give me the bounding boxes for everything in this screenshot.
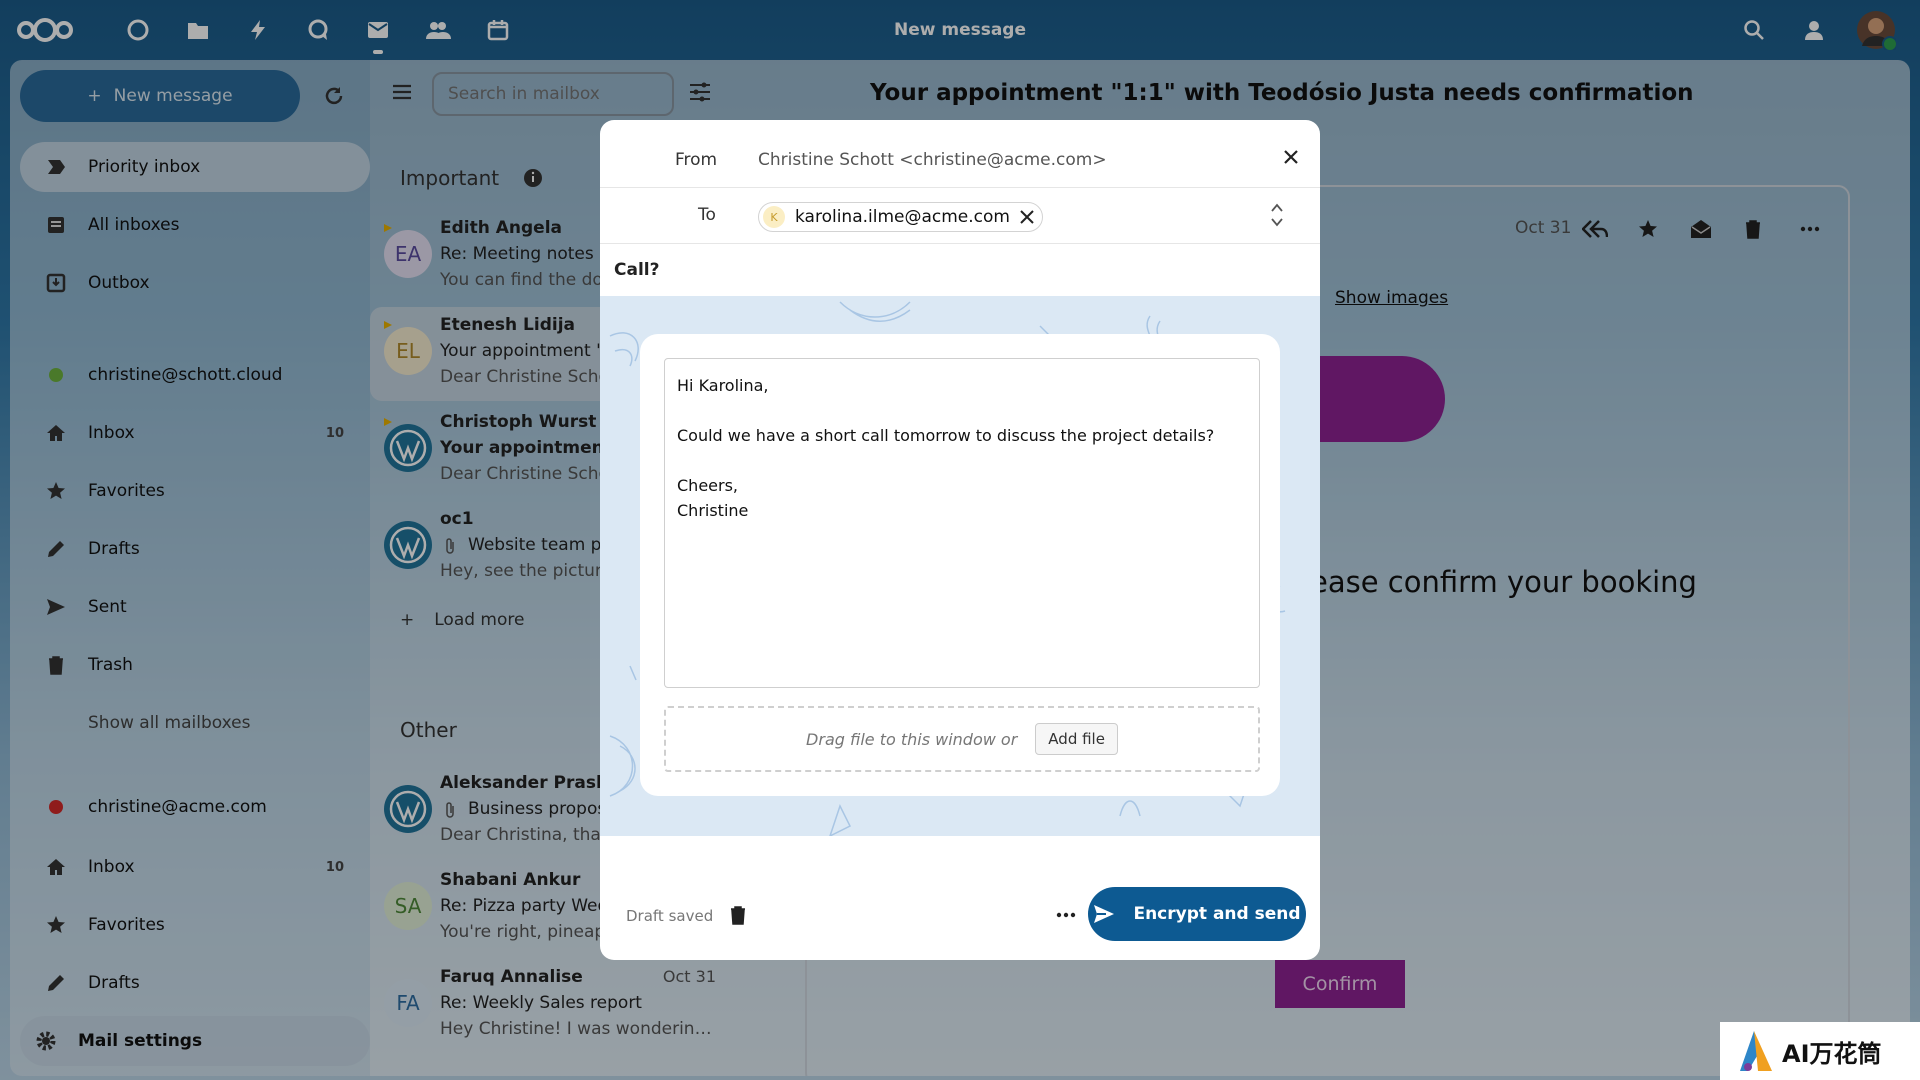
close-icon[interactable]	[1276, 142, 1306, 172]
editor-card: Hi Karolina, Could we have a short call …	[640, 334, 1280, 796]
watermark-logo-icon	[1738, 1029, 1774, 1073]
send-icon	[1093, 904, 1115, 924]
attachment-dropzone[interactable]: Drag file to this window or Add file	[664, 706, 1260, 772]
watermark: AI万花筒	[1720, 1022, 1920, 1080]
remove-recipient-icon[interactable]	[1020, 210, 1034, 224]
recipient-avatar: K	[763, 206, 785, 228]
recipient-chip[interactable]: K karolina.ilme@acme.com	[758, 202, 1043, 232]
encrypt-and-send-button[interactable]: Encrypt and send	[1088, 887, 1306, 941]
subject-input[interactable]: Call?	[614, 260, 659, 280]
message-body-editor[interactable]: Hi Karolina, Could we have a short call …	[664, 358, 1260, 688]
compose-dialog: From Christine Schott <christine@acme.co…	[600, 120, 1320, 960]
from-row: From Christine Schott <christine@acme.co…	[600, 120, 1320, 188]
discard-draft-icon[interactable]	[725, 900, 751, 930]
add-file-button[interactable]: Add file	[1035, 723, 1118, 755]
editor-background: Hi Karolina, Could we have a short call …	[600, 296, 1320, 836]
subject-row	[600, 244, 1320, 296]
from-select[interactable]: Christine Schott <christine@acme.com>	[758, 150, 1107, 170]
more-options-icon[interactable]	[1050, 900, 1082, 930]
draft-status: Draft saved	[626, 907, 714, 925]
expand-recipients-icon[interactable]	[1270, 202, 1284, 228]
